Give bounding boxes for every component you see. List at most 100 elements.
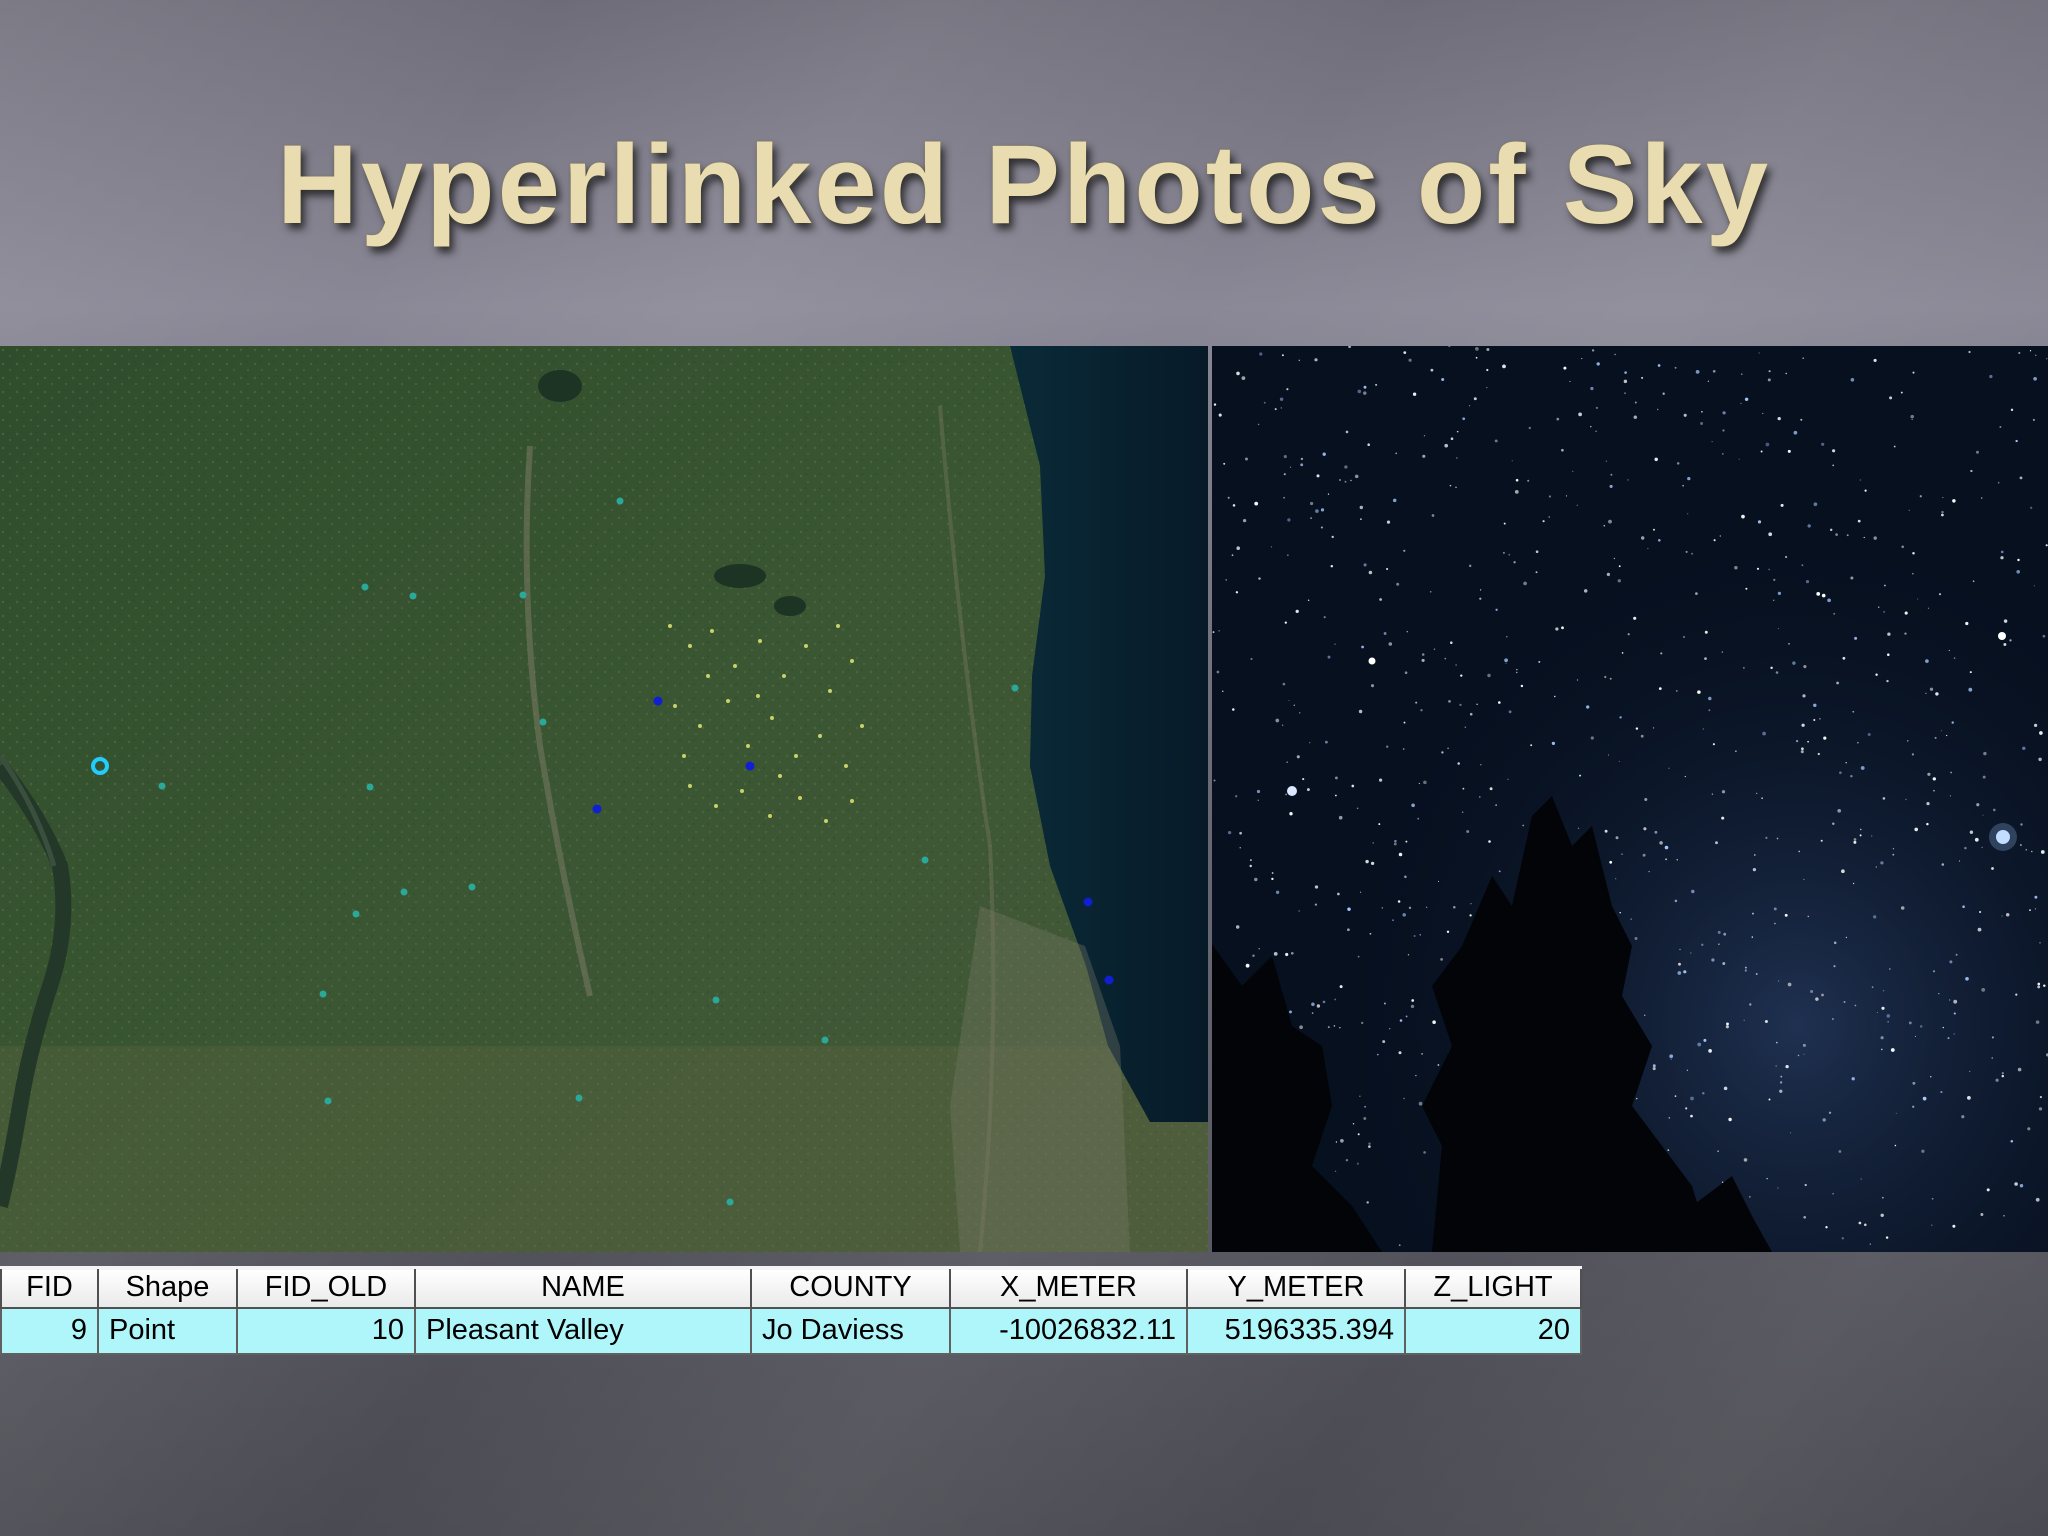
star <box>1350 479 1352 482</box>
star <box>1981 846 1983 849</box>
star <box>1494 439 1498 443</box>
star <box>1745 587 1748 590</box>
table-row[interactable]: 9 Point 10 Pleasant Valley Jo Daviess -1… <box>0 1306 1582 1355</box>
column-header-x-meter[interactable]: X_METER <box>949 1266 1188 1309</box>
star <box>1757 520 1762 524</box>
star <box>1884 584 1886 587</box>
star <box>1405 840 1408 843</box>
star <box>1311 1002 1315 1007</box>
cell-county[interactable]: Jo Daviess <box>750 1306 951 1355</box>
star <box>1743 1019 1745 1022</box>
star <box>1969 671 1972 674</box>
column-header-y-meter[interactable]: Y_METER <box>1186 1266 1406 1309</box>
star <box>1813 718 1816 722</box>
star <box>1839 771 1842 775</box>
star <box>1657 538 1661 542</box>
star <box>1283 455 1287 459</box>
star <box>2010 1139 2014 1143</box>
star <box>1837 808 1842 813</box>
star <box>1821 442 1825 446</box>
star <box>1489 787 1493 791</box>
star <box>1372 842 1374 844</box>
star <box>1365 859 1369 864</box>
star <box>1871 986 1874 989</box>
star <box>1838 1150 1842 1153</box>
star <box>1725 1025 1729 1029</box>
star <box>2029 909 2031 911</box>
column-header-name[interactable]: NAME <box>414 1266 752 1309</box>
star <box>1801 747 1804 751</box>
star <box>1702 728 1704 730</box>
star <box>2033 723 2038 728</box>
column-header-fid[interactable]: FID <box>0 1266 99 1309</box>
star <box>1379 778 1383 782</box>
star <box>1337 892 1340 896</box>
star <box>1942 497 1944 498</box>
star <box>1718 943 1720 945</box>
star <box>1931 1197 1934 1200</box>
star <box>1358 709 1363 714</box>
star <box>1577 827 1580 830</box>
cell-fid[interactable]: 9 <box>0 1306 99 1355</box>
star <box>1860 1178 1862 1180</box>
star <box>1258 577 1261 580</box>
star <box>1675 689 1678 692</box>
star <box>1254 501 1259 506</box>
star <box>1931 1224 1933 1226</box>
star <box>1388 642 1393 646</box>
star <box>1357 955 1360 958</box>
star <box>1615 836 1619 840</box>
cell-x-meter[interactable]: -10026832.11 <box>949 1306 1188 1355</box>
star <box>1363 1117 1367 1120</box>
star <box>1565 495 1568 497</box>
star <box>1801 564 1804 567</box>
cell-y-meter[interactable]: 5196335.394 <box>1186 1306 1406 1355</box>
star <box>1787 982 1792 987</box>
star <box>1555 627 1559 631</box>
star <box>1970 469 1973 473</box>
star <box>1744 966 1747 969</box>
star <box>1462 811 1464 813</box>
column-header-fid-old[interactable]: FID_OLD <box>236 1266 416 1309</box>
star <box>1502 551 1505 554</box>
star <box>1833 941 1837 945</box>
star <box>1658 687 1662 690</box>
star <box>1425 906 1428 908</box>
star <box>2000 556 2004 560</box>
star <box>1504 658 1508 663</box>
star <box>1455 486 1457 488</box>
star <box>1911 753 1915 756</box>
column-header-shape[interactable]: Shape <box>97 1266 238 1309</box>
column-header-county[interactable]: COUNTY <box>750 1266 951 1309</box>
star <box>1403 549 1406 552</box>
cell-z-light[interactable]: 20 <box>1404 1306 1582 1355</box>
cell-fid-old[interactable]: 10 <box>236 1306 416 1355</box>
star <box>1453 905 1456 909</box>
star <box>1999 426 2002 428</box>
sky-photo[interactable] <box>1212 346 2048 1252</box>
star <box>1407 954 1410 956</box>
star <box>1775 1041 1778 1044</box>
star <box>1314 358 1318 362</box>
column-header-z-light[interactable]: Z_LIGHT <box>1404 1266 1582 1309</box>
star <box>1298 359 1301 362</box>
star <box>2038 757 2042 762</box>
star <box>2033 585 2035 587</box>
star <box>1972 580 1975 582</box>
star <box>1410 1004 1415 1009</box>
star <box>1815 997 1819 1001</box>
star <box>1288 700 1290 702</box>
star <box>1633 616 1637 620</box>
star <box>2042 634 2046 638</box>
star <box>1841 869 1845 874</box>
star <box>1415 1074 1417 1077</box>
cell-name[interactable]: Pleasant Valley <box>414 1306 752 1355</box>
satellite-map[interactable] <box>0 346 1208 1252</box>
star <box>1274 408 1277 411</box>
cell-shape[interactable]: Point <box>97 1306 238 1355</box>
star <box>1941 513 1944 517</box>
star <box>1249 859 1252 862</box>
star <box>1932 970 1936 973</box>
star <box>1950 771 1952 774</box>
star <box>1641 376 1644 379</box>
